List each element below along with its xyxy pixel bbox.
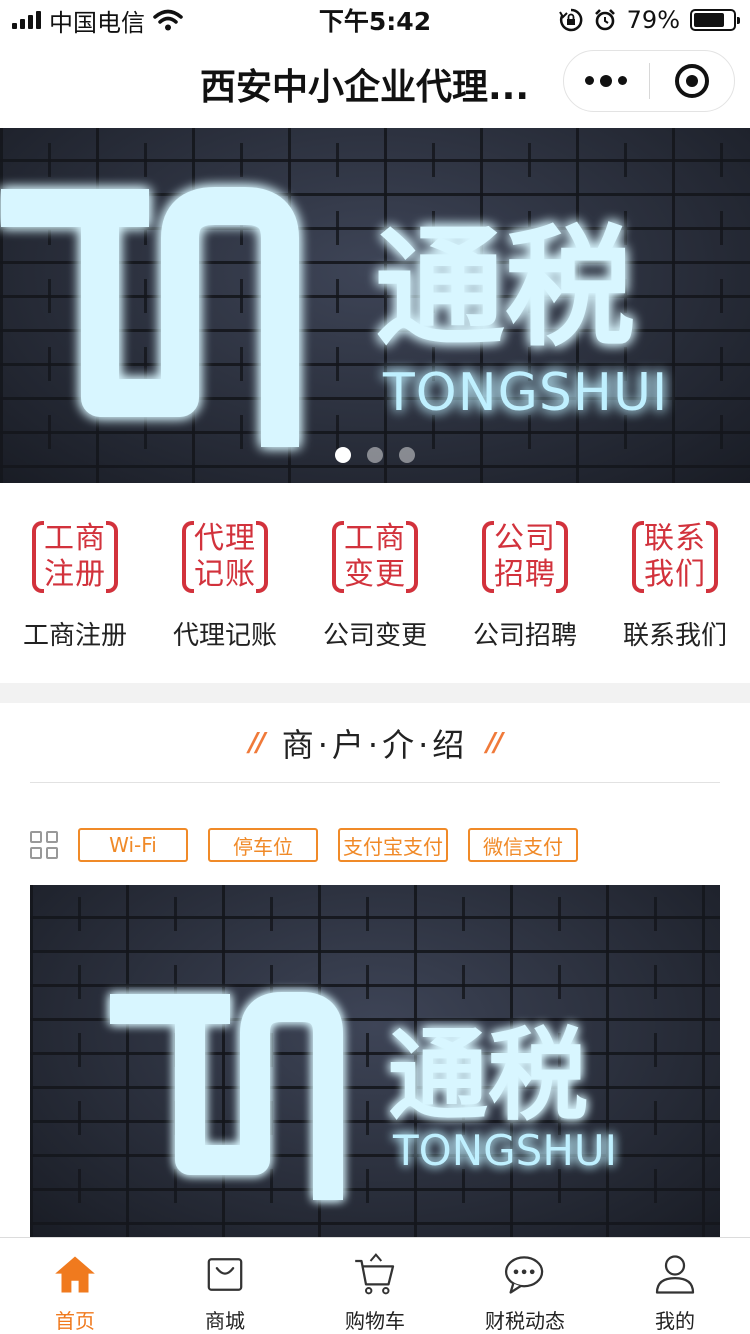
tab-tax-news[interactable]: 财税动态 <box>450 1238 600 1334</box>
shopping-bag-icon <box>207 1258 243 1291</box>
quick-item-label: 公司变更 <box>322 621 427 651</box>
wifi-icon <box>153 9 183 31</box>
company-change-icon: 工商 变更 <box>332 517 418 597</box>
chat-bubble-icon <box>504 1256 544 1294</box>
cart-icon <box>355 1253 395 1295</box>
carousel-dot[interactable] <box>335 447 351 463</box>
alarm-icon <box>594 9 615 31</box>
facility-tags: Wi-Fi 停车位 支付宝支付 微信支付 <box>30 828 598 862</box>
stamp-line: 工商 <box>44 521 106 556</box>
photo-logo-en: TONGSHUI <box>392 1126 617 1175</box>
stamp-line: 记账 <box>194 557 256 592</box>
quick-item-label: 工商注册 <box>22 621 127 651</box>
close-mini-program-button[interactable] <box>650 64 735 98</box>
quick-item-label: 代理记账 <box>172 621 277 651</box>
tab-label: 购物车 <box>345 1309 405 1333</box>
quick-menu: 工商 注册 工商注册 代理 记账 代理记账 工商 变更 公司变更 公司 招聘 公司招聘 … <box>0 483 750 683</box>
quick-item-company-change[interactable]: 工商 变更 公司变更 <box>300 483 450 683</box>
battery-icon <box>690 9 740 31</box>
tab-home[interactable]: 首页 <box>0 1238 150 1334</box>
tag-alipay: 支付宝支付 <box>338 828 448 862</box>
quick-item-contact-us[interactable]: 联系 我们 联系我们 <box>600 483 750 683</box>
status-right: 79% <box>558 6 740 34</box>
section-divider-band <box>0 683 750 703</box>
banner-logo-en: TONGSHUI <box>382 363 668 423</box>
contact-us-icon: 联系 我们 <box>632 517 718 597</box>
signal-icon <box>12 11 41 29</box>
stamp-line: 我们 <box>644 557 706 592</box>
tab-label: 商城 <box>205 1309 245 1333</box>
bookkeeping-icon: 代理 记账 <box>182 517 268 597</box>
carousel-dots <box>0 447 750 463</box>
recruitment-icon: 公司 招聘 <box>482 517 568 597</box>
battery-percent: 79% <box>626 6 680 34</box>
tongshui-logo: 通税 TONGSHUI <box>110 992 617 1200</box>
tag-wifi: Wi-Fi <box>78 828 188 862</box>
user-icon <box>655 1255 695 1294</box>
banner-carousel[interactable]: 通税 TONGSHUI <box>0 128 750 483</box>
tab-mall[interactable]: 商城 <box>150 1238 300 1334</box>
stamp-line: 公司 <box>494 521 556 556</box>
carrier-label: 中国电信 <box>49 8 145 37</box>
battery-fill <box>694 13 725 27</box>
grid-icon <box>30 831 58 859</box>
section-title: 商·户·介·绍 <box>281 726 469 764</box>
tab-label: 财税动态 <box>485 1309 565 1333</box>
merchant-intro-header: // 商·户·介·绍 // <box>0 703 750 783</box>
tab-mine[interactable]: 我的 <box>600 1238 750 1334</box>
tab-cart[interactable]: 购物车 <box>300 1238 450 1334</box>
stamp-line: 招聘 <box>494 557 556 592</box>
nav-bar: 西安中小企业代理... <box>0 40 750 128</box>
quick-item-recruitment[interactable]: 公司 招聘 公司招聘 <box>450 483 600 683</box>
tag-parking: 停车位 <box>208 828 318 862</box>
quick-item-label: 公司招聘 <box>472 621 577 651</box>
stamp-line: 工商 <box>344 521 406 556</box>
merchant-photo[interactable]: 通税 TONGSHUI <box>30 885 720 1237</box>
tab-label: 我的 <box>655 1309 695 1333</box>
carousel-dot[interactable] <box>399 447 415 463</box>
photo-logo-cn: 通税 <box>388 1017 588 1134</box>
home-icon <box>55 1256 95 1293</box>
carousel-dot[interactable] <box>367 447 383 463</box>
rotation-lock-icon <box>558 8 583 32</box>
stamp-line: 代理 <box>194 521 256 556</box>
business-registration-icon: 工商 注册 <box>32 517 118 597</box>
more-dots-icon[interactable] <box>564 74 649 87</box>
section-underline <box>30 782 720 783</box>
banner-logo-cn: 通税 <box>375 212 635 364</box>
decorative-slash-icon: // <box>486 728 503 758</box>
page-title: 西安中小企业代理... <box>200 67 530 108</box>
quick-item-label: 联系我们 <box>622 621 727 651</box>
status-bar: 中国电信 下午5:42 79% <box>0 0 750 40</box>
target-circle-icon <box>674 64 709 98</box>
stamp-line: 变更 <box>344 557 406 592</box>
tag-wechat-pay: 微信支付 <box>468 828 578 862</box>
tab-label: 首页 <box>55 1309 95 1333</box>
decorative-slash-icon: // <box>248 728 266 758</box>
stamp-line: 注册 <box>44 557 106 592</box>
mini-program-capsule <box>563 50 735 112</box>
status-left: 中国电信 <box>12 3 183 38</box>
tab-bar: 首页 商城 购物车 财税动态 我的 <box>0 1237 750 1334</box>
quick-item-bookkeeping[interactable]: 代理 记账 代理记账 <box>150 483 300 683</box>
quick-item-business-registration[interactable]: 工商 注册 工商注册 <box>0 483 150 683</box>
stamp-line: 联系 <box>644 521 706 556</box>
tongshui-logo: 通税 TONGSHUI <box>1 187 668 447</box>
